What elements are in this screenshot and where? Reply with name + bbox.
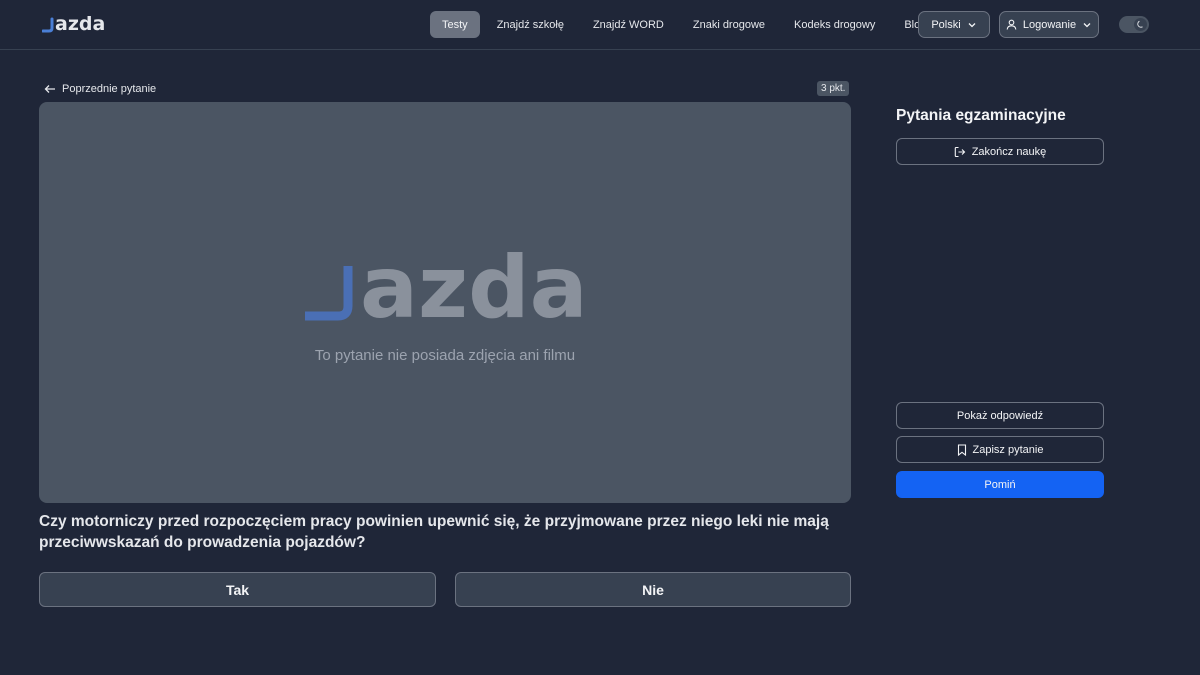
finish-learning-button[interactable]: Zakończ naukę [896,138,1104,165]
top-header: azda Testy Znajdź szkołę Znajdź WORD Zna… [0,0,1200,50]
nav-item-find-school[interactable]: Znajdź szkołę [485,11,576,38]
login-button[interactable]: Logowanie [999,11,1099,38]
question-media-placeholder: azda To pytanie nie posiada zdjęcia ani … [39,102,851,503]
nav-item-find-word[interactable]: Znajdź WORD [581,11,676,38]
chevron-down-icon [967,20,977,30]
nav-item-traffic-code[interactable]: Kodeks drogowy [782,11,887,38]
main-nav: Testy Znajdź szkołę Znajdź WORD Znaki dr… [430,11,943,38]
skip-button[interactable]: Pomiń [896,471,1104,498]
save-question-button[interactable]: Zapisz pytanie [896,436,1104,463]
language-label: Polski [931,18,961,31]
points-badge: 3 pkt. [817,81,850,96]
svg-text:azda: azda [360,240,588,324]
svg-text:azda: azda [55,13,104,34]
sidebar-title: Pytania egzaminacyjne [896,107,1066,124]
answer-no-button[interactable]: Nie [455,572,851,607]
save-question-label: Zapisz pytanie [972,443,1044,456]
bookmark-icon [957,443,967,456]
login-label: Logowanie [1022,18,1077,31]
nav-item-testy[interactable]: Testy [430,11,480,38]
logout-icon [954,146,966,158]
previous-question-link[interactable]: Poprzednie pytanie [44,81,156,96]
user-icon [1006,19,1017,30]
previous-question-label: Poprzednie pytanie [62,82,157,95]
answer-yes-button[interactable]: Tak [39,572,436,607]
moon-icon [1134,18,1147,31]
chevron-down-icon [1082,20,1092,30]
theme-toggle[interactable] [1119,16,1149,33]
show-answer-button[interactable]: Pokaż odpowiedź [896,402,1104,429]
question-text: Czy motorniczy przed rozpoczęciem pracy … [39,513,829,551]
finish-learning-label: Zakończ naukę [971,145,1047,158]
nav-item-road-signs[interactable]: Znaki drogowe [681,11,777,38]
jazda-logo[interactable]: azda [42,12,104,34]
language-select[interactable]: Polski [918,11,990,38]
no-media-message: To pytanie nie posiada zdjęcia ani filmu [314,347,576,364]
arrow-left-icon [44,84,56,94]
jazda-watermark-logo: azda [302,240,590,324]
